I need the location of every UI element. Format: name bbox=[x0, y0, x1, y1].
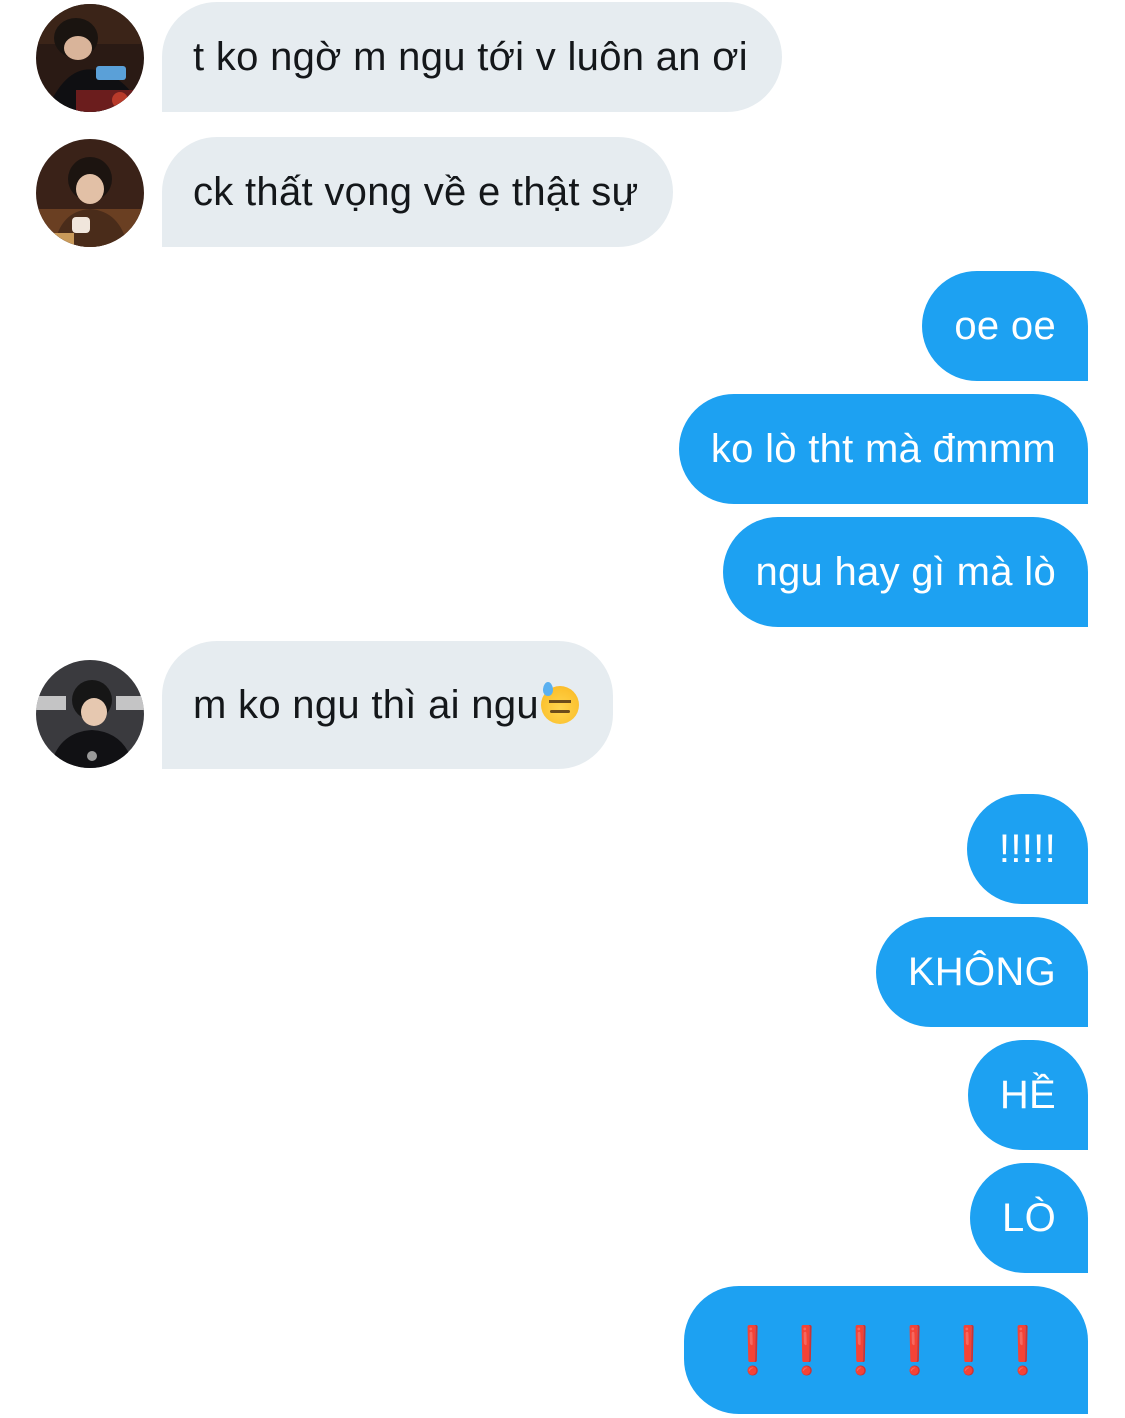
avatar[interactable] bbox=[36, 4, 144, 112]
message-text: ngu hay gì mà lò bbox=[755, 549, 1056, 594]
red-exclamation-icon: ❗ bbox=[778, 1322, 836, 1377]
outgoing-message-bubble[interactable]: !!!!! bbox=[966, 794, 1088, 904]
message-text: KHÔNG bbox=[907, 949, 1056, 994]
avatar[interactable] bbox=[36, 139, 144, 247]
outgoing-message-bubble[interactable]: ngu hay gì mà lò bbox=[723, 517, 1088, 627]
outgoing-message-bubble[interactable]: ❗ ❗ ❗ ❗ ❗ ❗ bbox=[684, 1286, 1088, 1414]
outgoing-message-bubble[interactable]: ko lò tht mà đmmm bbox=[678, 394, 1088, 504]
message-text: LÒ bbox=[1002, 1195, 1056, 1240]
red-exclamation-marks: ❗ ❗ ❗ ❗ ❗ ❗ bbox=[724, 1322, 1052, 1378]
downcast-face-with-sweat-icon bbox=[540, 682, 579, 724]
message-text: m ko ngu thì ai ngu bbox=[193, 682, 539, 727]
outgoing-message-bubble[interactable]: KHÔNG bbox=[875, 917, 1088, 1027]
outgoing-message-bubble[interactable]: oe oe bbox=[922, 271, 1088, 381]
message-text: ko lò tht mà đmmm bbox=[710, 426, 1056, 471]
red-exclamation-icon: ❗ bbox=[886, 1322, 944, 1377]
message-text: t ko ngờ m ngu tới v luôn an ơi bbox=[193, 34, 748, 79]
red-exclamation-icon: ❗ bbox=[724, 1322, 782, 1377]
outgoing-message-bubble[interactable]: HỀ bbox=[967, 1040, 1088, 1150]
red-exclamation-icon: ❗ bbox=[994, 1322, 1052, 1377]
message-text: !!!!! bbox=[998, 826, 1056, 871]
message-text: ck thất vọng về e thật sự bbox=[193, 169, 639, 214]
outgoing-message-bubble[interactable]: LÒ bbox=[970, 1163, 1088, 1273]
red-exclamation-icon: ❗ bbox=[940, 1322, 998, 1377]
incoming-message-bubble[interactable]: ck thất vọng về e thật sự bbox=[162, 137, 673, 247]
message-text: oe oe bbox=[954, 303, 1056, 348]
avatar[interactable] bbox=[36, 660, 144, 768]
incoming-message-bubble[interactable]: m ko ngu thì ai ngu bbox=[162, 641, 613, 769]
red-exclamation-icon: ❗ bbox=[832, 1322, 890, 1377]
incoming-message-bubble[interactable]: t ko ngờ m ngu tới v luôn an ơi bbox=[162, 2, 782, 112]
message-text: HỀ bbox=[999, 1072, 1056, 1117]
